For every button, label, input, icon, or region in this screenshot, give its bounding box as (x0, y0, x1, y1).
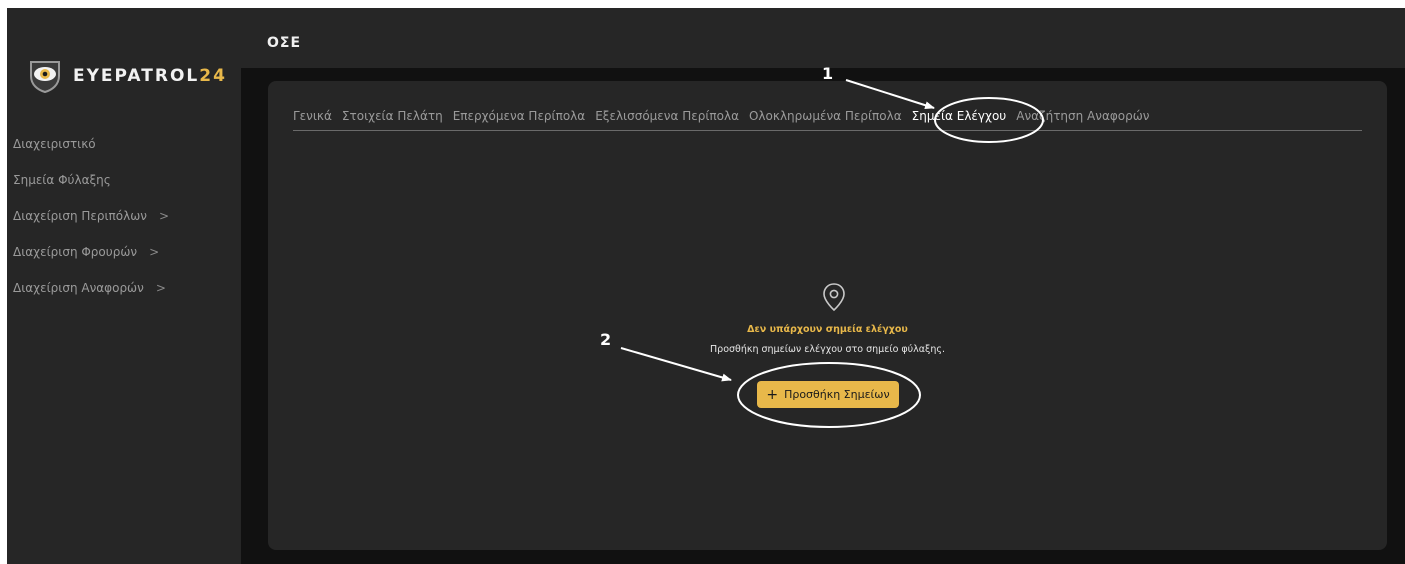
annotation-number-2: 2 (600, 330, 612, 349)
chevron-right-icon: > (155, 281, 166, 295)
sidebar-item-admin[interactable]: Διαχειριστικό (7, 126, 241, 162)
chevron-right-icon: > (158, 209, 170, 223)
add-checkpoints-label: Προσθήκη Σημείων (784, 388, 890, 401)
logo[interactable]: EYEPATROL24 (27, 58, 227, 94)
sidebar-item-patrol-management[interactable]: Διαχείριση Περιπόλων > (7, 198, 241, 234)
sidebar-item-guard-management[interactable]: Διαχείριση Φρουρών > (7, 234, 241, 270)
sidebar-nav: Διαχειριστικό Σημεία Φύλαξης Διαχείριση … (7, 126, 241, 306)
empty-state: Δεν υπάρχουν σημεία ελέγχου Προσθήκη σημ… (268, 81, 1387, 550)
empty-state-title: Δεν υπάρχουν σημεία ελέγχου (747, 324, 908, 335)
empty-state-subtitle: Προσθήκη σημείων ελέγχου στο σημείο φύλα… (710, 344, 945, 355)
content-card: Γενικά Στοιχεία Πελάτη Επερχόμενα Περίπο… (268, 81, 1387, 550)
sidebar-item-report-management[interactable]: Διαχείριση Αναφορών > (7, 270, 241, 306)
sidebar: EYEPATROL24 Διαχειριστικό Σημεία Φύλαξης… (7, 8, 241, 564)
page-title: ΟΣΕ (267, 35, 302, 51)
brand-name: EYEPATROL24 (73, 66, 227, 86)
eye-logo-icon (30, 61, 60, 94)
map-pin-icon (823, 283, 845, 312)
add-checkpoints-button[interactable]: + Προσθήκη Σημείων (757, 381, 899, 408)
plus-icon: + (766, 386, 779, 403)
sidebar-item-guard-points[interactable]: Σημεία Φύλαξης (7, 162, 241, 198)
top-bar: ΟΣΕ (241, 8, 1405, 68)
chevron-right-icon: > (149, 245, 160, 259)
annotation-number-1: 1 (822, 64, 834, 83)
app-window: EYEPATROL24 Διαχειριστικό Σημεία Φύλαξης… (7, 8, 1405, 564)
